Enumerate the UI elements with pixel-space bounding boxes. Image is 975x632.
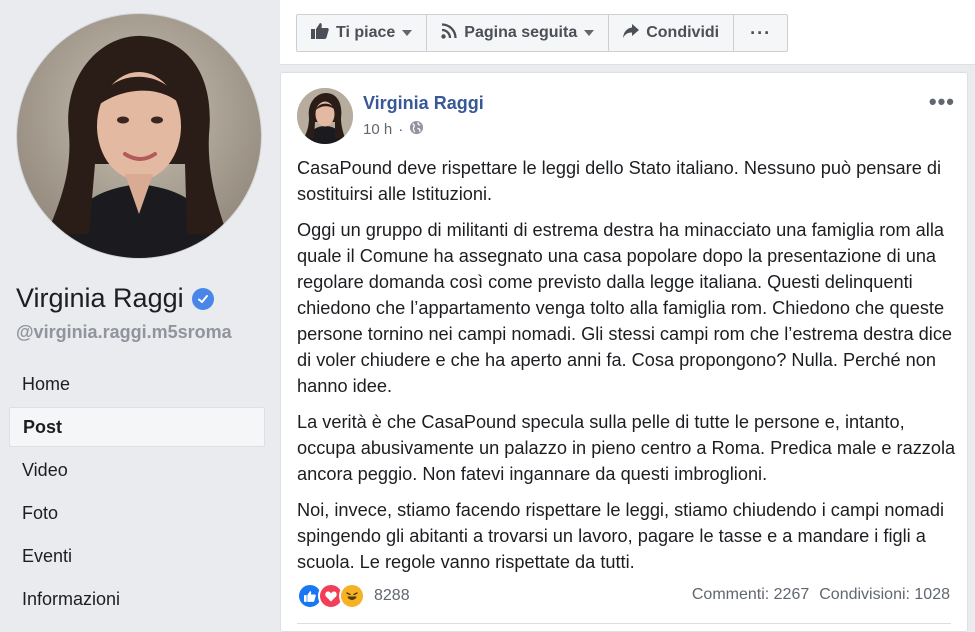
page-name[interactable]: Virginia Raggi bbox=[16, 283, 184, 314]
post-paragraph: Noi, invece, stiamo facendo rispettare l… bbox=[297, 500, 945, 572]
reactions-count: 8288 bbox=[374, 587, 410, 604]
comments-count-link[interactable]: Commenti: 2267 bbox=[692, 586, 809, 604]
nav-item-video[interactable]: Video bbox=[9, 450, 265, 490]
nav-item-eventi[interactable]: Eventi bbox=[9, 536, 265, 576]
meta-separator: · bbox=[398, 121, 404, 138]
post-stats: Commenti: 2267 Condivisioni: 1028 bbox=[692, 586, 950, 604]
post-divider bbox=[297, 623, 951, 624]
more-actions-button[interactable]: ··· bbox=[734, 15, 787, 51]
like-page-button[interactable]: Ti piace bbox=[297, 15, 428, 51]
post-card: Virginia Raggi 10 h · ••• CasaPound deve… bbox=[280, 72, 968, 632]
post-paragraph: CasaPound deve rispettare le leggi dello… bbox=[297, 158, 942, 204]
page-nav: Home Post Video Foto Eventi Informazioni bbox=[9, 364, 265, 622]
page-sidebar: Virginia Raggi @virginia.raggi.m5sroma H… bbox=[0, 0, 280, 627]
page-name-row: Virginia Raggi bbox=[16, 283, 214, 314]
post-paragraph: Oggi un gruppo di militanti di estrema d… bbox=[297, 220, 953, 396]
more-dots-icon: ··· bbox=[750, 22, 772, 43]
chevron-down-icon bbox=[402, 30, 413, 36]
profile-picture[interactable] bbox=[17, 14, 261, 258]
like-thumb-icon bbox=[311, 22, 329, 44]
reactions-summary[interactable]: 8288 bbox=[297, 583, 410, 609]
post-author-avatar[interactable] bbox=[297, 88, 353, 144]
post-author-name[interactable]: Virginia Raggi bbox=[363, 93, 484, 114]
page-action-group: Ti piace Pagina seguita Condividi ··· bbox=[296, 14, 789, 52]
nav-item-home[interactable]: Home bbox=[9, 364, 265, 404]
post-paragraph: La verità è che CasaPound specula sulla … bbox=[297, 412, 956, 484]
nav-item-informazioni[interactable]: Informazioni bbox=[9, 579, 265, 619]
nav-item-post[interactable]: Post bbox=[9, 407, 265, 447]
follow-button-label: Pagina seguita bbox=[464, 24, 578, 41]
haha-reaction-icon bbox=[339, 583, 365, 609]
post-meta: 10 h · bbox=[363, 120, 424, 139]
verified-badge-icon bbox=[191, 287, 214, 310]
nav-item-foto[interactable]: Foto bbox=[9, 493, 265, 533]
follow-page-button[interactable]: Pagina seguita bbox=[427, 15, 610, 51]
like-button-label: Ti piace bbox=[336, 24, 396, 41]
shares-count-link[interactable]: Condivisioni: 1028 bbox=[819, 586, 950, 604]
share-arrow-icon bbox=[623, 23, 640, 43]
page-handle[interactable]: @virginia.raggi.m5sroma bbox=[16, 322, 232, 343]
share-button-label: Condividi bbox=[646, 24, 720, 41]
post-timestamp[interactable]: 10 h bbox=[363, 121, 392, 138]
rss-follow-icon bbox=[441, 22, 457, 44]
post-text: CasaPound deve rispettare le leggi dello… bbox=[297, 155, 957, 585]
share-page-button[interactable]: Condividi bbox=[609, 15, 735, 51]
post-options-button[interactable]: ••• bbox=[929, 89, 955, 115]
profile-photo-illustration bbox=[17, 14, 261, 258]
page-action-bar: Ti piace Pagina seguita Condividi ··· bbox=[280, 0, 975, 65]
chevron-down-icon bbox=[584, 30, 595, 36]
globe-icon bbox=[409, 120, 424, 139]
